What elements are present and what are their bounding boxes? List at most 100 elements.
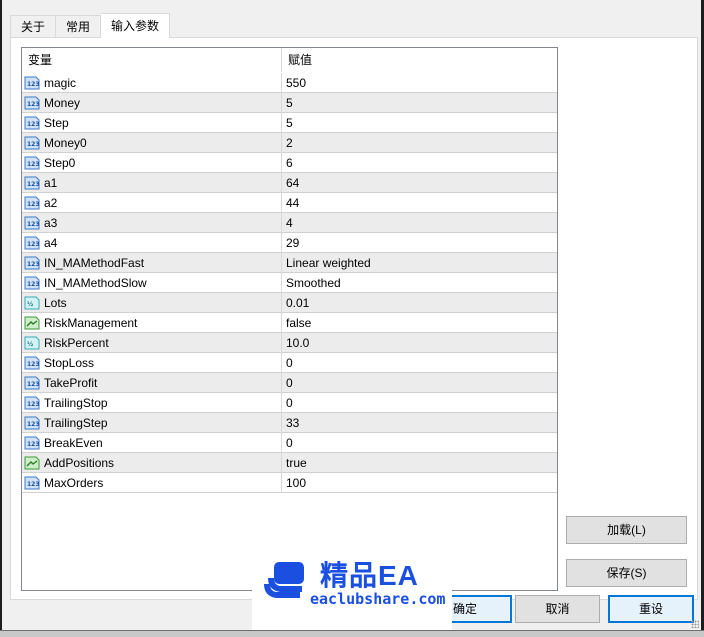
parameter-name: TrailingStep bbox=[44, 415, 108, 430]
resize-grip[interactable] bbox=[691, 620, 699, 628]
svg-text:123: 123 bbox=[27, 441, 40, 448]
parameter-row[interactable]: 123 IN_MAMethodSlow Smoothed bbox=[22, 272, 557, 293]
parameter-row[interactable]: 123 a4 29 bbox=[22, 232, 557, 253]
parameter-name-cell: AddPositions bbox=[22, 452, 282, 473]
parameter-name: Money0 bbox=[44, 135, 87, 150]
parameter-row[interactable]: 123 magic 550 bbox=[22, 72, 557, 93]
parameter-name: IN_MAMethodSlow bbox=[44, 275, 147, 290]
parameter-name: a3 bbox=[44, 215, 58, 230]
column-header-variable[interactable]: 变量 bbox=[22, 48, 282, 72]
parameter-name: Money bbox=[44, 95, 81, 110]
integer-type-icon: 123 bbox=[24, 416, 40, 430]
parameter-name: RiskManagement bbox=[44, 315, 138, 330]
parameter-value[interactable]: 0 bbox=[282, 373, 557, 393]
parameter-value[interactable]: 5 bbox=[282, 93, 557, 113]
parameter-value[interactable]: 6 bbox=[282, 153, 557, 173]
parameter-value[interactable]: 100 bbox=[282, 473, 557, 493]
parameter-row[interactable]: ½ Lots 0.01 bbox=[22, 292, 557, 313]
svg-text:½: ½ bbox=[27, 341, 33, 348]
parameter-value[interactable]: 4 bbox=[282, 213, 557, 233]
parameter-row[interactable]: 123 TrailingStop 0 bbox=[22, 392, 557, 413]
svg-text:123: 123 bbox=[27, 201, 40, 208]
parameter-name-cell: 123 a3 bbox=[22, 212, 282, 233]
parameter-name: RiskPercent bbox=[44, 335, 109, 350]
parameter-name-cell: 123 TrailingStep bbox=[22, 412, 282, 433]
parameter-value[interactable]: 0 bbox=[282, 393, 557, 413]
svg-text:123: 123 bbox=[27, 481, 40, 488]
parameter-name: BreakEven bbox=[44, 435, 103, 450]
parameter-value[interactable]: 5 bbox=[282, 113, 557, 133]
parameter-name-cell: 123 BreakEven bbox=[22, 432, 282, 453]
parameter-name-cell: 123 TrailingStop bbox=[22, 392, 282, 413]
parameter-value[interactable]: 550 bbox=[282, 73, 557, 93]
cancel-button[interactable]: 取消 bbox=[515, 595, 600, 623]
svg-text:½: ½ bbox=[27, 301, 33, 308]
parameter-row[interactable]: 123 MaxOrders 100 bbox=[22, 472, 557, 493]
parameter-name: IN_MAMethodFast bbox=[44, 255, 145, 270]
parameter-row[interactable]: 123 IN_MAMethodFast Linear weighted bbox=[22, 252, 557, 273]
parameter-row[interactable]: AddPositions true bbox=[22, 452, 557, 473]
parameter-row[interactable]: 123 TakeProfit 0 bbox=[22, 372, 557, 393]
parameter-row[interactable]: 123 a2 44 bbox=[22, 192, 557, 213]
watermark-url: eaclubshare.com bbox=[310, 590, 446, 608]
parameter-row[interactable]: 123 Step0 6 bbox=[22, 152, 557, 173]
integer-type-icon: 123 bbox=[24, 136, 40, 150]
parameter-name-cell: ½ Lots bbox=[22, 292, 282, 313]
parameter-name: AddPositions bbox=[44, 455, 115, 470]
parameter-row[interactable]: ½ RiskPercent 10.0 bbox=[22, 332, 557, 353]
tab-inputs[interactable]: 输入参数 bbox=[101, 13, 171, 38]
parameter-name: Step bbox=[44, 115, 69, 130]
integer-type-icon: 123 bbox=[24, 236, 40, 250]
parameter-value[interactable]: 0 bbox=[282, 433, 557, 453]
svg-text:123: 123 bbox=[27, 181, 40, 188]
window-edge-bottom bbox=[0, 630, 704, 637]
parameter-row[interactable]: 123 BreakEven 0 bbox=[22, 432, 557, 453]
parameter-value[interactable]: 64 bbox=[282, 173, 557, 193]
bool-type-icon bbox=[24, 456, 40, 470]
integer-type-icon: 123 bbox=[24, 76, 40, 90]
tab-about[interactable]: 关于 bbox=[10, 15, 57, 38]
svg-text:123: 123 bbox=[27, 141, 40, 148]
column-header-value[interactable]: 赋值 bbox=[282, 48, 557, 72]
parameter-row[interactable]: 123 Step 5 bbox=[22, 112, 557, 133]
grid-rows: 123 magic 550 123 Money 5 123 Step 5 123 Money0 2 12… bbox=[22, 72, 557, 493]
parameter-name: TrailingStop bbox=[44, 395, 108, 410]
parameter-value[interactable]: Linear weighted bbox=[282, 253, 557, 273]
integer-type-icon: 123 bbox=[24, 176, 40, 190]
parameter-row[interactable]: 123 TrailingStep 33 bbox=[22, 412, 557, 433]
parameter-row[interactable]: 123 StopLoss 0 bbox=[22, 352, 557, 373]
parameter-value[interactable]: 0.01 bbox=[282, 293, 557, 313]
watermark-overlay: 精品EA eaclubshare.com bbox=[252, 540, 452, 634]
parameter-name-cell: ½ RiskPercent bbox=[22, 332, 282, 353]
integer-type-icon: 123 bbox=[24, 116, 40, 130]
parameter-value[interactable]: true bbox=[282, 453, 557, 473]
parameter-value[interactable]: 44 bbox=[282, 193, 557, 213]
integer-type-icon: 123 bbox=[24, 476, 40, 490]
svg-text:123: 123 bbox=[27, 241, 40, 248]
parameter-row[interactable]: 123 Money 5 bbox=[22, 92, 557, 113]
parameter-row[interactable]: 123 a3 4 bbox=[22, 212, 557, 233]
double-type-icon: ½ bbox=[24, 296, 40, 310]
svg-text:123: 123 bbox=[27, 101, 40, 108]
parameter-value[interactable]: 29 bbox=[282, 233, 557, 253]
parameter-value[interactable]: 10.0 bbox=[282, 333, 557, 353]
parameter-row[interactable]: 123 Money0 2 bbox=[22, 132, 557, 153]
save-button[interactable]: 保存(S) bbox=[566, 559, 687, 587]
svg-text:123: 123 bbox=[27, 361, 40, 368]
tab-common[interactable]: 常用 bbox=[56, 15, 102, 38]
integer-type-icon: 123 bbox=[24, 276, 40, 290]
watermark-logo-icon bbox=[260, 558, 308, 609]
parameter-value[interactable]: 2 bbox=[282, 133, 557, 153]
tab-bar: 关于 常用 输入参数 bbox=[10, 13, 171, 38]
parameter-value[interactable]: false bbox=[282, 313, 557, 333]
reset-button[interactable]: 重设 bbox=[608, 595, 694, 623]
load-button[interactable]: 加载(L) bbox=[566, 516, 687, 544]
parameter-row[interactable]: 123 a1 64 bbox=[22, 172, 557, 193]
parameter-value[interactable]: 33 bbox=[282, 413, 557, 433]
parameter-value[interactable]: 0 bbox=[282, 353, 557, 373]
parameter-name-cell: 123 TakeProfit bbox=[22, 372, 282, 393]
parameter-name-cell: 123 StopLoss bbox=[22, 352, 282, 373]
parameter-row[interactable]: RiskManagement false bbox=[22, 312, 557, 333]
parameter-value[interactable]: Smoothed bbox=[282, 273, 557, 293]
parameter-name-cell: 123 Money0 bbox=[22, 132, 282, 153]
